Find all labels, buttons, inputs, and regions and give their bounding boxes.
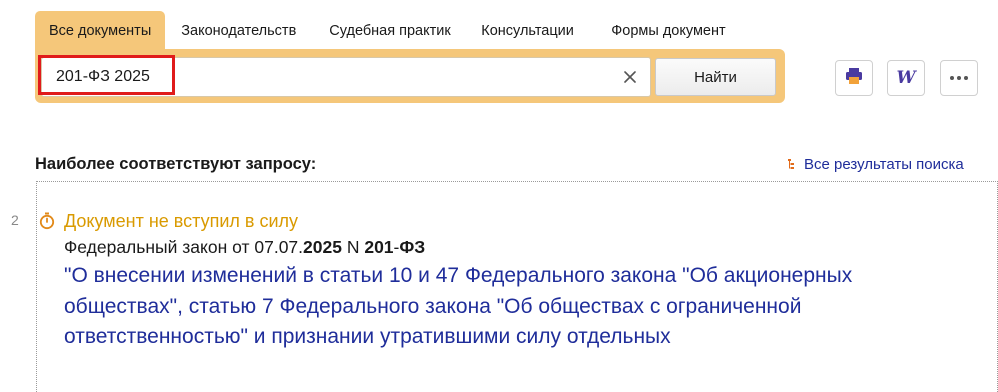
result-number: 2 [11, 212, 19, 228]
doc-number: 201 [364, 237, 394, 257]
tab-court-practice[interactable]: Судебная практик [317, 11, 473, 51]
all-results-label: Все результаты поиска [804, 156, 964, 173]
doc-type-prefix: Федеральный закон от 07.07. [64, 237, 304, 257]
status-line: Документ не вступил в силу [38, 209, 938, 233]
doc-n: N [341, 237, 365, 257]
more-icon [950, 76, 968, 80]
search-field [41, 57, 651, 97]
timer-icon [38, 212, 56, 230]
results-heading: Наиболее соответствуют запросу: [35, 155, 317, 173]
search-bar: Найти [35, 49, 785, 103]
find-button[interactable]: Найти [655, 58, 776, 96]
tab-document-forms[interactable]: Формы документ [609, 11, 751, 51]
doc-suffix: ФЗ [399, 237, 426, 257]
search-tabs: Все документы Законодательств Судебная п… [35, 11, 751, 51]
close-icon[interactable] [620, 67, 640, 87]
print-button[interactable] [835, 60, 873, 96]
word-export-button[interactable]: W [887, 60, 925, 96]
tab-legislation[interactable]: Законодательств [165, 11, 317, 51]
all-results-link[interactable]: Все результаты поиска [786, 156, 964, 173]
result-item: Документ не вступил в силу Федеральный з… [38, 209, 938, 353]
doc-title-link[interactable]: "О внесении изменений в статьи 10 и 47 Ф… [38, 261, 944, 353]
doc-year: 2025 [303, 237, 342, 257]
doc-type: Федеральный закон от 07.07.2025 N 201-ФЗ [38, 235, 938, 259]
tab-consultations[interactable]: Консультации [473, 11, 609, 51]
print-icon [844, 66, 864, 91]
word-icon: W [896, 68, 916, 88]
tab-all-documents[interactable]: Все документы [35, 11, 166, 51]
search-input[interactable] [42, 58, 626, 96]
more-button[interactable] [940, 60, 978, 96]
status-text: Документ не вступил в силу [64, 210, 299, 231]
results-list-icon [786, 157, 802, 173]
